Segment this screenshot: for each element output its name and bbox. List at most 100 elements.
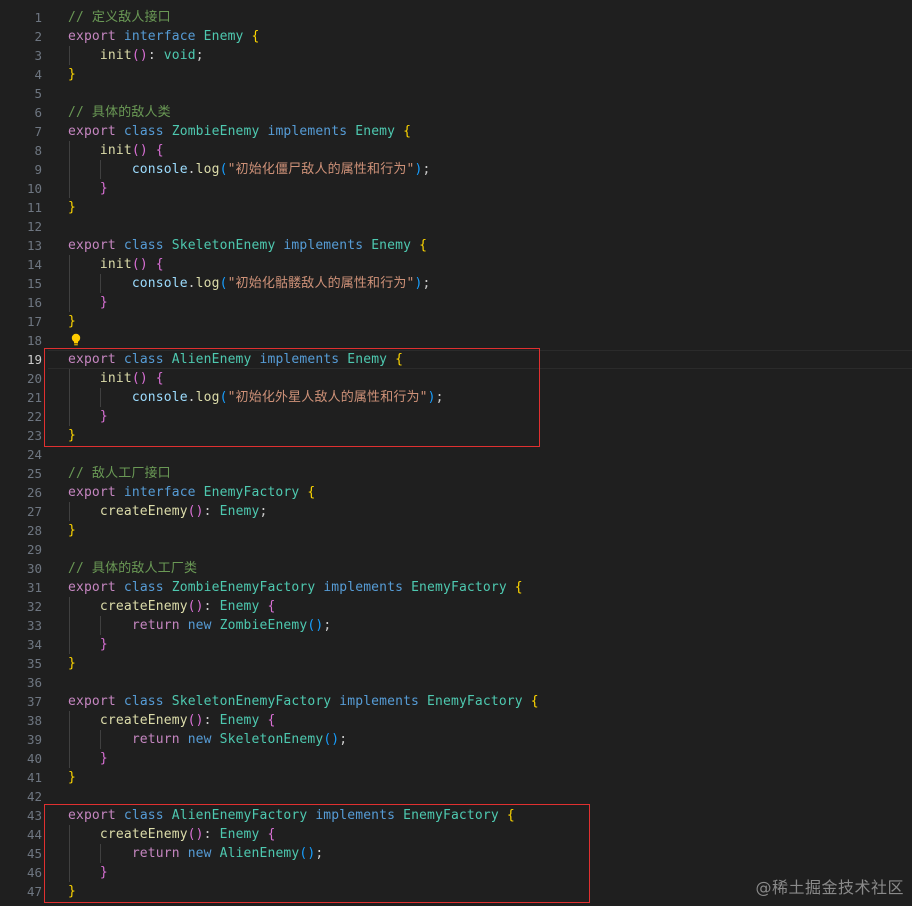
code-line[interactable]: 12 <box>0 217 912 236</box>
code-line[interactable]: 39 return new SkeletonEnemy(); <box>0 730 912 749</box>
code-token: ; <box>323 618 332 633</box>
code-line[interactable]: 15 console.log("初始化骷髅敌人的属性和行为"); <box>0 274 912 293</box>
code-line[interactable]: 5 <box>0 84 912 103</box>
line-code[interactable]: } <box>68 521 76 540</box>
code-line[interactable]: 4} <box>0 65 912 84</box>
line-code[interactable]: createEnemy(): Enemy { <box>68 597 275 616</box>
line-code[interactable]: export class SkeletonEnemy implements En… <box>68 236 427 255</box>
code-line[interactable]: 3 init(): void; <box>0 46 912 65</box>
code-line[interactable]: 1 // 定义敌人接口 <box>0 8 912 27</box>
code-token: console <box>131 276 188 291</box>
line-code[interactable]: createEnemy(): Enemy { <box>68 711 275 730</box>
code-token: } <box>99 637 108 652</box>
line-number: 1 <box>34 10 42 25</box>
code-line[interactable]: 40 } <box>0 749 912 768</box>
code-token: { <box>251 29 260 44</box>
code-token: Enemy <box>219 713 260 728</box>
code-line[interactable]: 31 export class ZombieEnemyFactory implem… <box>0 578 912 597</box>
line-code[interactable]: createEnemy(): Enemy; <box>68 502 267 521</box>
line-code[interactable]: export class ZombieEnemy implements Enem… <box>68 122 411 141</box>
line-code[interactable]: } <box>68 293 108 312</box>
code-token: EnemyFactory <box>203 485 300 500</box>
code-line[interactable]: 36 <box>0 673 912 692</box>
code-line[interactable]: 10 } <box>0 179 912 198</box>
code-line[interactable]: 8 init() { <box>0 141 912 160</box>
line-code[interactable]: } <box>68 179 108 198</box>
line-code[interactable]: init() { <box>68 255 164 274</box>
line-number: 45 <box>26 846 42 861</box>
line-number: 46 <box>26 865 42 880</box>
code-line[interactable]: 33 return new ZombieEnemy(); <box>0 616 912 635</box>
code-token: class <box>123 694 164 709</box>
line-code[interactable]: } <box>68 65 76 84</box>
line-number: 12 <box>26 219 42 234</box>
code-line[interactable]: 27 createEnemy(): Enemy; <box>0 502 912 521</box>
line-number: 10 <box>26 181 42 196</box>
code-token: new <box>187 618 212 633</box>
code-line[interactable]: 2 export interface Enemy { <box>0 27 912 46</box>
code-token: { <box>307 485 316 500</box>
code-line[interactable]: 38 createEnemy(): Enemy { <box>0 711 912 730</box>
code-line[interactable]: 24 <box>0 445 912 464</box>
line-code[interactable]: export interface Enemy { <box>68 27 260 46</box>
code-line[interactable]: 32 createEnemy(): Enemy { <box>0 597 912 616</box>
line-code[interactable]: export class ZombieEnemyFactory implemen… <box>68 578 523 597</box>
code-line[interactable]: 34 } <box>0 635 912 654</box>
code-token: Enemy <box>219 599 260 614</box>
line-code[interactable]: init() { <box>68 141 164 160</box>
code-line[interactable]: 29 <box>0 540 912 559</box>
lightbulb-icon[interactable] <box>71 333 81 347</box>
code-line[interactable]: 7 export class ZombieEnemy implements Ene… <box>0 122 912 141</box>
code-token: createEnemy <box>99 713 188 728</box>
line-code[interactable]: console.log("初始化骷髅敌人的属性和行为"); <box>68 274 430 293</box>
code-line[interactable]: 26 export interface EnemyFactory { <box>0 483 912 502</box>
code-token: { <box>267 599 276 614</box>
line-number: 3 <box>34 48 42 63</box>
code-token: } <box>68 523 76 538</box>
code-line[interactable]: 41} <box>0 768 912 787</box>
line-code[interactable]: } <box>68 312 76 331</box>
code-line[interactable]: 35} <box>0 654 912 673</box>
line-code[interactable]: } <box>68 654 76 673</box>
code-line[interactable]: 17} <box>0 312 912 331</box>
line-code[interactable]: console.log("初始化僵尸敌人的属性和行为"); <box>68 160 430 179</box>
code-token: // 定义敌人接口 <box>68 10 171 25</box>
line-code[interactable]: } <box>68 198 76 217</box>
code-token: { <box>155 143 164 158</box>
line-code[interactable]: export class SkeletonEnemyFactory implem… <box>68 692 539 711</box>
code-line[interactable]: 25 // 敌人工厂接口 <box>0 464 912 483</box>
code-token: export <box>68 485 116 500</box>
line-code[interactable]: init(): void; <box>68 46 204 65</box>
code-line[interactable]: 30 // 具体的敌人工厂类 <box>0 559 912 578</box>
code-token: init <box>99 48 132 63</box>
line-code[interactable]: return new SkeletonEnemy(); <box>68 730 347 749</box>
code-token: implements <box>283 238 364 253</box>
line-code[interactable]: // 定义敌人接口 <box>68 8 171 27</box>
code-editor[interactable]: 1// 定义敌人接口 2 export interface Enemy {3 ini… <box>0 0 912 906</box>
code-line[interactable]: 11} <box>0 198 912 217</box>
line-code[interactable]: } <box>68 635 108 654</box>
code-line[interactable]: 37 export class SkeletonEnemyFactory impl… <box>0 692 912 711</box>
line-code[interactable]: // 敌人工厂接口 <box>68 464 171 483</box>
line-code[interactable]: // 具体的敌人类 <box>68 103 171 122</box>
code-token: implements <box>339 694 420 709</box>
code-line[interactable]: 13 export class SkeletonEnemy implements … <box>0 236 912 255</box>
line-code[interactable]: } <box>68 768 76 787</box>
line-code[interactable]: } <box>68 749 108 768</box>
code-line[interactable]: 14 init() { <box>0 255 912 274</box>
code-line[interactable]: 9 console.log("初始化僵尸敌人的属性和行为"); <box>0 160 912 179</box>
code-line[interactable]: 16 } <box>0 293 912 312</box>
code-line[interactable]: 6 // 具体的敌人类 <box>0 103 912 122</box>
line-code[interactable]: export interface EnemyFactory { <box>68 483 315 502</box>
code-token: } <box>68 200 76 215</box>
line-code[interactable]: // 具体的敌人工厂类 <box>68 559 197 578</box>
code-line[interactable]: 28} <box>0 521 912 540</box>
line-code[interactable]: return new ZombieEnemy(); <box>68 616 331 635</box>
code-token: { <box>403 124 412 139</box>
